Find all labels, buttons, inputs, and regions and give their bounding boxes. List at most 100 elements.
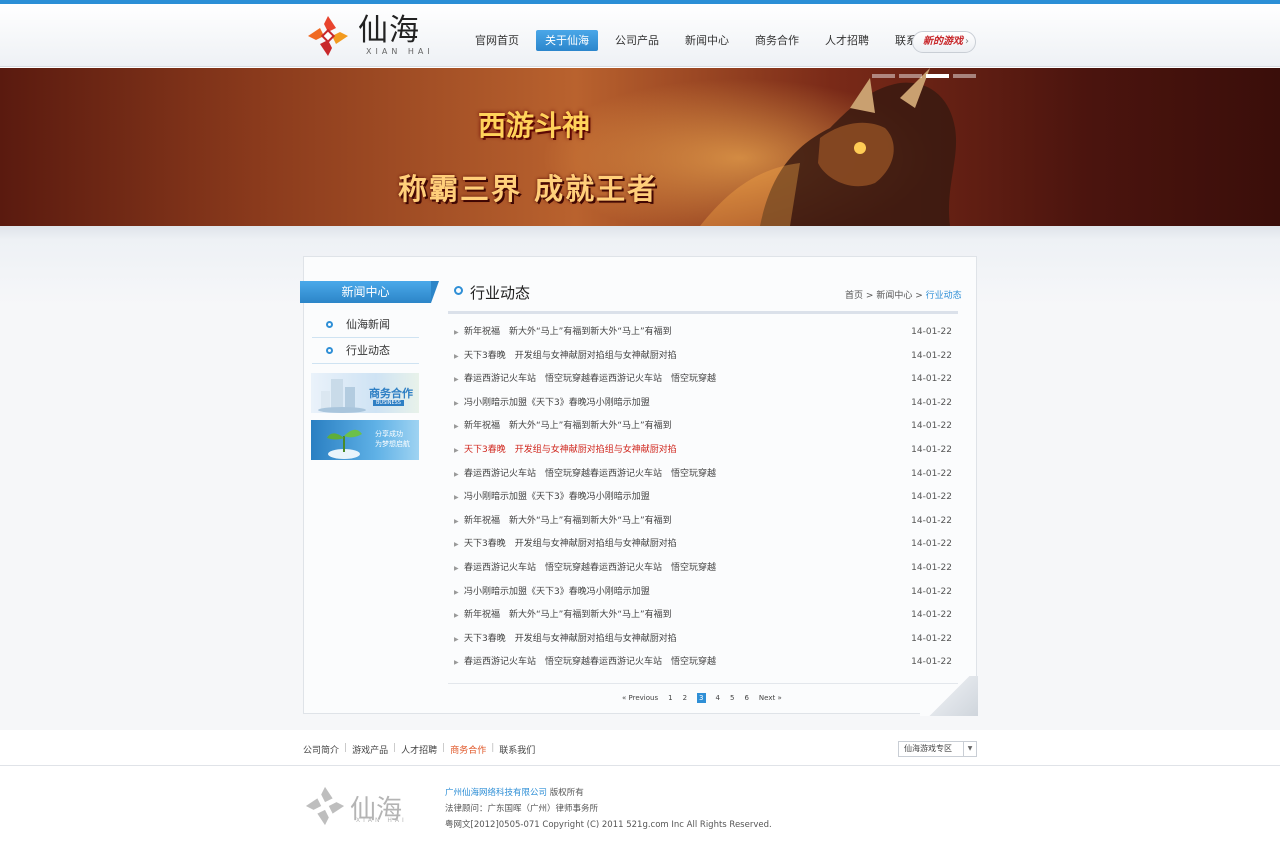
banner-slide-indicators	[872, 74, 980, 78]
news-date: 14-01-22	[911, 492, 952, 503]
arrow-right-icon: ▶	[454, 399, 459, 407]
new-game-button[interactable]: 新的游戏 ›	[912, 31, 976, 53]
list-item[interactable]: ▶ 新年祝福 新大外“马上”有福到新大外“马上”有福到 14-01-22	[448, 321, 958, 345]
nav-item-about[interactable]: 关于仙海	[536, 30, 598, 51]
building-icon	[318, 379, 366, 413]
list-item[interactable]: ▶ 春运西游记火车站 悟空玩穿越春运西游记火车站 悟空玩穿越 14-01-22	[448, 651, 958, 675]
promo-share-line2: 为梦想启航	[375, 440, 410, 448]
nav-item-news[interactable]: 新闻中心	[676, 30, 738, 51]
banner-warrior-art	[700, 68, 957, 226]
news-title: 春运西游记火车站 悟空玩穿越春运西游记火车站 悟空玩穿越	[464, 562, 717, 573]
promo-business-sub: BUSINESS	[373, 400, 404, 406]
site-logo[interactable]: 仙海 XIAN HAI	[306, 12, 436, 60]
news-date: 14-01-22	[911, 633, 952, 644]
news-title: 冯小刚暗示加盟《天下3》春晚冯小刚暗示加盟	[464, 397, 650, 408]
promo-business-banner[interactable]: 商务合作 BUSINESS	[311, 373, 419, 413]
promo-share-text: 分享成功 为梦想启航	[375, 429, 410, 449]
bullet-icon	[326, 347, 333, 354]
footer-company[interactable]: 广州仙海网络科技有限公司	[445, 788, 547, 798]
page-title: 行业动态	[470, 284, 531, 302]
footer-sep: |	[491, 743, 495, 753]
pager-page[interactable]: 4	[716, 693, 720, 703]
news-date: 14-01-22	[911, 327, 952, 337]
arrow-right-icon: ▶	[454, 517, 459, 525]
pager-page[interactable]: 6	[744, 693, 748, 703]
footer-link-about[interactable]: 公司简介	[303, 743, 339, 756]
sprout-icon	[327, 429, 362, 459]
game-zone-select[interactable]: 仙海游戏专区 ▼	[898, 741, 977, 757]
hero-banner[interactable]: 西游斗神 称霸三界 成就王者	[0, 68, 1280, 226]
sidebar-title: 新闻中心	[300, 281, 439, 303]
footer-link-games[interactable]: 游戏产品	[352, 743, 388, 756]
nav-item-business[interactable]: 商务合作	[746, 30, 808, 51]
banner-dot-1[interactable]	[872, 74, 895, 78]
list-item[interactable]: ▶ 新年祝福 新大外“马上”有福到新大外“马上”有福到 14-01-22	[448, 510, 958, 534]
banner-dot-4[interactable]	[953, 74, 976, 78]
breadcrumb-section[interactable]: 新闻中心	[876, 291, 912, 301]
list-item[interactable]: ▶ 新年祝福 新大外“马上”有福到新大外“马上”有福到 14-01-22	[448, 604, 958, 628]
logo-text: 仙海	[358, 13, 420, 48]
breadcrumb-current: 行业动态	[925, 291, 962, 301]
news-date: 14-01-22	[911, 586, 952, 597]
footer-link-contact[interactable]: 联系我们	[499, 743, 535, 756]
news-date: 14-01-22	[911, 350, 952, 361]
footer-license: 粤网文[2012]0505-071 Copyright (C) 2011 521…	[445, 820, 772, 830]
news-title: 春运西游记火车站 悟空玩穿越春运西游记火车站 悟空玩穿越	[464, 468, 717, 479]
news-date: 14-01-22	[911, 657, 952, 668]
arrow-right-icon: ▶	[454, 612, 459, 620]
pager-next[interactable]: Next »	[759, 693, 782, 703]
arrow-right-icon: ▶	[454, 446, 459, 454]
arrow-right-icon: ▶	[454, 541, 459, 549]
pager-page[interactable]: 5	[730, 693, 734, 703]
footer-company-line: 广州仙海网络科技有限公司 版权所有	[445, 785, 772, 801]
news-title: 天下3春晚 开发组与女神献厨对掐组与女神献厨对掐	[464, 539, 677, 550]
breadcrumb-sep: >	[915, 291, 923, 301]
footer-logo: 仙海 XIAN HAI	[304, 785, 414, 829]
footer-sep: |	[442, 743, 446, 753]
footer-link-business[interactable]: 商务合作	[450, 743, 486, 756]
list-item[interactable]: ▶ 冯小刚暗示加盟《天下3》春晚冯小刚暗示加盟 14-01-22	[448, 581, 958, 605]
page-curl-corner	[920, 676, 978, 716]
list-item[interactable]: ▶ 春运西游记火车站 悟空玩穿越春运西游记火车站 悟空玩穿越 14-01-22	[448, 557, 958, 581]
nav-item-products[interactable]: 公司产品	[606, 30, 668, 51]
pager-page[interactable]: 2	[683, 693, 687, 703]
news-title: 新年祝福 新大外“马上”有福到新大外“马上”有福到	[464, 327, 672, 337]
banner-dot-3[interactable]	[926, 74, 949, 78]
banner-dot-2[interactable]	[899, 74, 922, 78]
sidebar-item-xianhai-news[interactable]: 仙海新闻	[312, 312, 419, 338]
list-item[interactable]: ▶ 春运西游记火车站 悟空玩穿越春运西游记火车站 悟空玩穿越 14-01-22	[448, 463, 958, 487]
promo-business-title: 商务合作	[369, 387, 413, 400]
breadcrumb: 首页 > 新闻中心 > 行业动态	[845, 288, 962, 301]
list-item[interactable]: ▶ 冯小刚暗示加盟《天下3》春晚冯小刚暗示加盟 14-01-22	[448, 392, 958, 416]
pagination: « Previous 1 2 3 4 5 6 Next »	[622, 693, 792, 703]
arrow-right-icon: ▶	[454, 494, 459, 502]
caret-down-icon: ▼	[963, 742, 976, 756]
chevron-right-icon: ›	[965, 36, 969, 47]
logo-mark-icon	[308, 16, 348, 56]
nav-item-careers[interactable]: 人才招聘	[816, 30, 878, 51]
sidebar-item-industry-news[interactable]: 行业动态	[312, 338, 419, 364]
footer-link-careers[interactable]: 人才招聘	[401, 743, 437, 756]
breadcrumb-home[interactable]: 首页	[845, 291, 863, 301]
list-item-hovered[interactable]: ▶ 天下3春晚 开发组与女神献厨对掐组与女神献厨对掐 14-01-22	[448, 439, 958, 463]
list-item[interactable]: ▶ 天下3春晚 开发组与女神献厨对掐组与女神献厨对掐 14-01-22	[448, 345, 958, 369]
footer-sep: |	[344, 743, 348, 753]
news-title: 春运西游记火车站 悟空玩穿越春运西游记火车站 悟空玩穿越	[464, 657, 717, 668]
site-header: 仙海 XIAN HAI 官网首页 关于仙海 公司产品 新闻中心 商务合作 人才招…	[0, 4, 1280, 67]
list-item[interactable]: ▶ 天下3春晚 开发组与女神献厨对掐组与女神献厨对掐 14-01-22	[448, 533, 958, 557]
news-title: 冯小刚暗示加盟《天下3》春晚冯小刚暗示加盟	[464, 586, 650, 597]
promo-share-banner[interactable]: 分享成功 为梦想启航	[311, 420, 419, 460]
list-item[interactable]: ▶ 春运西游记火车站 悟空玩穿越春运西游记火车站 悟空玩穿越 14-01-22	[448, 368, 958, 392]
pager-page[interactable]: 1	[668, 693, 672, 703]
logo-subtext: XIAN HAI	[366, 47, 434, 56]
pager-page-current[interactable]: 3	[697, 693, 706, 703]
footer-links: 公司简介 | 游戏产品 | 人才招聘 | 商务合作 | 联系我们	[303, 743, 535, 756]
list-item[interactable]: ▶ 冯小刚暗示加盟《天下3》春晚冯小刚暗示加盟 14-01-22	[448, 486, 958, 510]
list-item[interactable]: ▶ 新年祝福 新大外“马上”有福到新大外“马上”有福到 14-01-22	[448, 415, 958, 439]
arrow-right-icon: ▶	[454, 588, 459, 596]
title-ring-icon	[454, 286, 463, 295]
pager-previous[interactable]: « Previous	[622, 693, 658, 703]
list-item[interactable]: ▶ 天下3春晚 开发组与女神献厨对掐组与女神献厨对掐 14-01-22	[448, 628, 958, 652]
nav-item-home[interactable]: 官网首页	[466, 30, 528, 51]
news-title: 新年祝福 新大外“马上”有福到新大外“马上”有福到	[464, 515, 672, 526]
